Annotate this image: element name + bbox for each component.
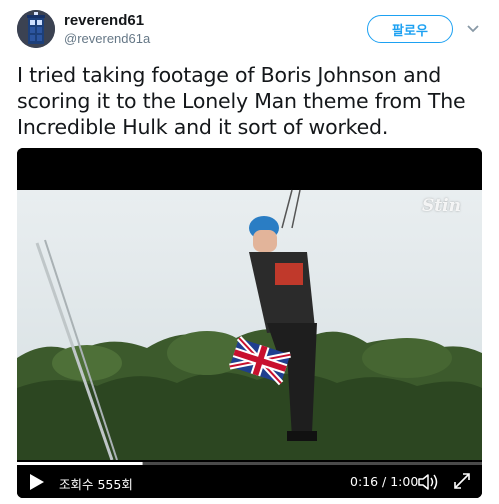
- video-time: 0:16 / 1:00: [350, 474, 419, 489]
- avatar[interactable]: [17, 10, 55, 48]
- fullscreen-icon[interactable]: [452, 471, 472, 491]
- tweet-header: reverend61 @reverend61a 팔로우: [0, 0, 499, 60]
- tweet-text: I tried taking footage of Boris Johnson …: [17, 63, 466, 139]
- video-controls: 조회수 555회 0:16 / 1:00: [17, 464, 482, 498]
- follow-button[interactable]: 팔로우: [367, 15, 453, 43]
- display-name[interactable]: reverend61: [64, 12, 144, 29]
- tardis-avatar-icon: [17, 10, 55, 48]
- video-player[interactable]: Stin 조회수 555회 0:16 / 1:00: [17, 148, 482, 498]
- volume-icon[interactable]: [417, 472, 439, 492]
- video-frame: [17, 148, 482, 498]
- chevron-down-icon[interactable]: [466, 22, 480, 36]
- view-count: 조회수 555회: [59, 477, 133, 492]
- user-handle[interactable]: @reverend61a: [64, 31, 150, 46]
- play-icon[interactable]: [29, 473, 45, 491]
- broadcaster-watermark: Stin: [422, 196, 461, 216]
